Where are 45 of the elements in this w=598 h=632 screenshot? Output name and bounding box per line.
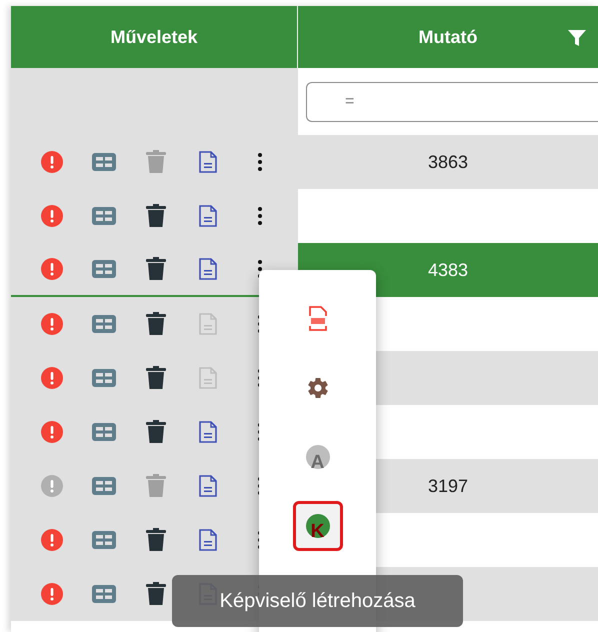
trash-icon[interactable] [146, 528, 166, 552]
more-icon[interactable] [258, 153, 262, 171]
alert-icon[interactable] [41, 529, 63, 551]
column-header[interactable]: Műveletek [110, 24, 198, 50]
alert-icon[interactable] [41, 583, 63, 605]
table-icon[interactable] [92, 477, 116, 495]
document-icon[interactable] [199, 205, 217, 227]
filter-icon[interactable] [568, 30, 586, 46]
tooltip: Képviselő létrehozása [172, 575, 463, 627]
table-icon[interactable] [92, 260, 116, 278]
document-icon[interactable] [199, 475, 217, 497]
trash-icon[interactable] [146, 312, 166, 336]
document-icon[interactable] [199, 529, 217, 551]
settings-icon [306, 376, 330, 400]
alert-icon[interactable] [41, 258, 63, 280]
alert-icon[interactable] [41, 205, 63, 227]
filter-field[interactable]: = [306, 82, 598, 122]
alert-icon[interactable] [41, 367, 63, 389]
avatar-icon: K [306, 514, 330, 538]
menu-item[interactable]: K [292, 501, 342, 551]
trash-icon[interactable] [146, 420, 166, 444]
table-icon[interactable] [92, 531, 116, 549]
trash-icon[interactable] [146, 204, 166, 228]
trash-icon[interactable] [146, 257, 166, 281]
table-icon[interactable] [92, 207, 116, 225]
alert-icon[interactable] [41, 151, 63, 173]
document-icon[interactable] [199, 258, 217, 280]
table-icon[interactable] [92, 369, 116, 387]
alert-icon[interactable] [41, 475, 63, 497]
trash-icon[interactable] [146, 582, 166, 606]
document-icon[interactable] [199, 421, 217, 443]
trash-icon[interactable] [146, 366, 166, 390]
avatar-icon: A [306, 445, 330, 469]
operator-label: = [345, 92, 354, 112]
table-icon[interactable] [92, 153, 116, 171]
table-icon[interactable] [92, 585, 116, 603]
table-icon[interactable] [92, 315, 116, 333]
value-cell: 3863 [298, 135, 598, 189]
document-icon[interactable] [199, 151, 217, 173]
alert-icon[interactable] [41, 313, 63, 335]
table-icon[interactable] [92, 423, 116, 441]
alert-icon[interactable] [41, 421, 63, 443]
column-header[interactable]: Mutató [418, 24, 478, 50]
more-icon[interactable] [258, 207, 262, 225]
pdf-icon [308, 306, 328, 332]
